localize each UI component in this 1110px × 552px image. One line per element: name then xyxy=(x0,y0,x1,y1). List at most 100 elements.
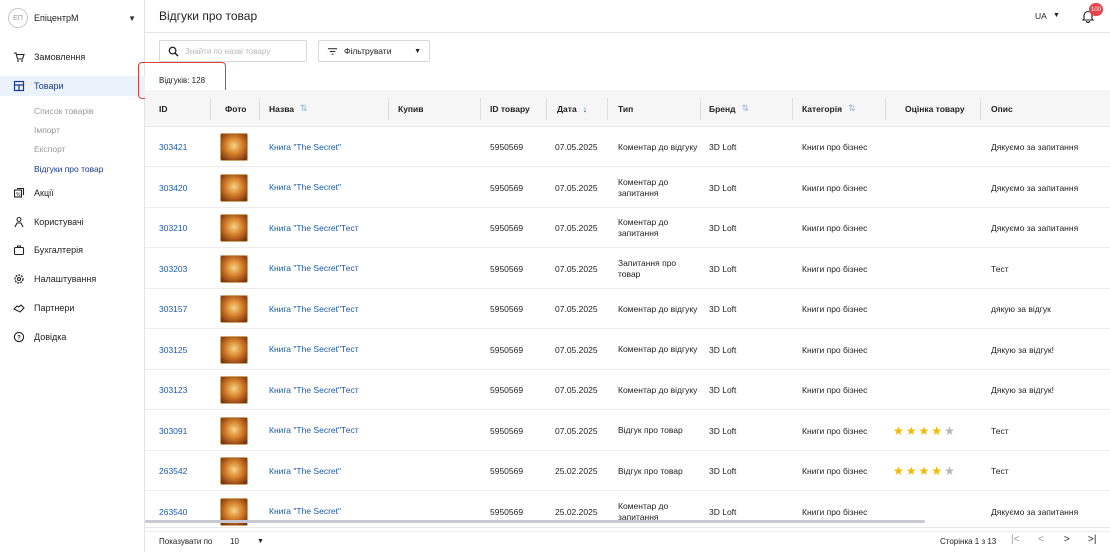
product-id-cell: 5950569 xyxy=(490,304,524,314)
sidebar-subitem-export[interactable]: Експорт xyxy=(34,144,66,154)
sidebar-item-products[interactable]: Товари xyxy=(0,76,145,96)
category-cell: Книги про бізнес xyxy=(802,304,868,314)
sort-desc-icon: ↓ xyxy=(582,103,588,114)
table-row[interactable]: 303125 Книга "The Secret"Тест 5950569 07.05… xyxy=(145,330,1110,370)
review-id-link[interactable]: 303123 xyxy=(159,370,187,410)
sidebar-item-settings[interactable]: Налаштування xyxy=(0,269,145,289)
type-cell: Відгук про товар xyxy=(618,465,683,476)
review-id-link[interactable]: 303420 xyxy=(159,168,187,208)
product-name-link[interactable]: Книга "The Secret"Тест xyxy=(269,208,369,248)
product-name-link[interactable]: Книга "The Secret"Тест xyxy=(269,370,369,410)
product-name-link[interactable]: Книга "The Secret" xyxy=(269,127,369,167)
type-cell: Коментар до відгуку xyxy=(618,384,698,395)
org-switcher[interactable]: ЕП ЕпіцентрМ ▼ xyxy=(8,8,136,28)
first-page-button[interactable]: |< xyxy=(1011,534,1019,545)
product-name-link[interactable]: Книга "The Secret"Тест xyxy=(269,289,369,329)
product-id-cell: 5950569 xyxy=(490,344,524,355)
col-header-name[interactable]: Назва ⇅ xyxy=(269,90,308,127)
table-row[interactable]: 303123 Книга "The Secret"Тест 5950569 07.05… xyxy=(145,370,1110,410)
product-name-link[interactable]: Книга "The Secret" xyxy=(269,168,369,208)
sidebar-item-accounting[interactable]: Бухгалтерія xyxy=(0,240,145,260)
product-id-cell: 5950569 xyxy=(490,182,524,193)
sidebar-item-help[interactable]: ? Довідка xyxy=(0,327,145,347)
description-cell: Дякуємо за запитання xyxy=(991,182,1079,193)
review-id-link[interactable]: 303157 xyxy=(159,289,187,329)
sidebar-item-label: Налаштування xyxy=(34,274,97,284)
category-cell: Книги про бізнес xyxy=(802,506,868,517)
category-cell: Книги про бізнес xyxy=(802,425,868,436)
product-name-link[interactable]: Книга "The Secret" xyxy=(269,492,369,532)
cart-icon xyxy=(12,50,26,64)
sort-icon: ⇅ xyxy=(300,103,308,113)
star-icon: ★ xyxy=(918,464,930,478)
table-row[interactable]: 263542 Книга "The Secret" 5950569 25.02.202… xyxy=(145,451,1110,491)
category-cell: Книги про бізнес xyxy=(802,223,868,233)
review-id-link[interactable]: 303421 xyxy=(159,127,187,167)
table-row[interactable]: 303157 Книга "The Secret"Тест 5950569 07.05… xyxy=(145,289,1110,329)
date-cell: 07.05.2025 xyxy=(555,182,598,193)
product-name-link[interactable]: Книга "The Secret"Тест xyxy=(269,411,369,451)
last-page-button[interactable]: >| xyxy=(1088,534,1096,545)
next-page-button[interactable]: > xyxy=(1064,534,1070,545)
product-photo xyxy=(220,411,248,451)
table-row[interactable]: 263540 Книга "The Secret" 5950569 25.02.202… xyxy=(145,492,1110,532)
product-photo xyxy=(220,289,248,329)
review-id-link[interactable]: 263540 xyxy=(159,492,187,532)
col-header-type[interactable]: Тип xyxy=(618,90,633,127)
col-header-id[interactable]: ID xyxy=(159,90,168,127)
sidebar-subitem-reviews[interactable]: Відгуки про товар xyxy=(34,164,104,174)
star-icon: ★ xyxy=(931,423,943,438)
prev-page-button[interactable]: < xyxy=(1038,534,1044,545)
col-header-brand[interactable]: Бренд ⇅ xyxy=(709,90,749,127)
table-row[interactable]: 303091 Книга "The Secret"Тест 5950569 07.05… xyxy=(145,411,1110,451)
per-page-select[interactable]: 10 xyxy=(230,537,239,546)
col-header-product-id[interactable]: ID товару xyxy=(490,90,530,127)
sidebar-subitem-product-list[interactable]: Список товарів xyxy=(34,106,93,116)
sidebar-item-promotions[interactable]: % Акції xyxy=(0,183,145,203)
sidebar-item-partners[interactable]: Партнери xyxy=(0,298,145,318)
date-cell: 07.05.2025 xyxy=(555,304,598,314)
table-footer: Показувати по 10 ▼ Сторінка 1 з 13 |< < … xyxy=(145,527,1110,552)
product-photo xyxy=(220,208,248,248)
table-row[interactable]: 303203 Книга "The Secret"Тест 5950569 07.05… xyxy=(145,249,1110,289)
search-box[interactable] xyxy=(159,40,307,62)
review-id-link[interactable]: 303210 xyxy=(159,208,187,248)
brand-cell: 3D Loft xyxy=(709,385,737,395)
star-icon: ★ xyxy=(944,464,955,478)
top-header: Відгуки про товар UA ▼ 100 xyxy=(145,0,1110,33)
search-input[interactable] xyxy=(185,46,305,56)
product-name-link[interactable]: Книга "The Secret"Тест xyxy=(269,330,369,370)
star-icon: ★ xyxy=(893,423,904,438)
star-icon: ★ xyxy=(905,464,917,478)
chevron-down-icon: ▼ xyxy=(1053,12,1060,19)
language-select[interactable]: UA xyxy=(1035,11,1047,21)
chevron-down-icon: ▼ xyxy=(128,13,136,23)
date-cell: 07.05.2025 xyxy=(555,385,598,395)
sidebar-item-orders[interactable]: Замовлення xyxy=(0,47,145,67)
review-id-link[interactable]: 303091 xyxy=(159,411,187,451)
date-cell: 07.05.2025 xyxy=(555,425,598,436)
product-name-link[interactable]: Книга "The Secret" xyxy=(269,451,369,491)
sidebar-item-users[interactable]: Користувачі xyxy=(0,212,145,232)
brand-cell: 3D Loft xyxy=(709,142,737,152)
review-id-link[interactable]: 263542 xyxy=(159,451,187,491)
col-header-category[interactable]: Категорія ⇅ xyxy=(802,90,856,127)
description-cell: Дякую за відгук! xyxy=(991,385,1054,395)
product-id-cell: 5950569 xyxy=(490,425,524,436)
table-row[interactable]: 303420 Книга "The Secret" 5950569 07.05.202… xyxy=(145,168,1110,208)
star-icon: ★ xyxy=(893,464,904,478)
review-id-link[interactable]: 303203 xyxy=(159,249,187,289)
date-cell: 07.05.2025 xyxy=(555,344,598,355)
product-id-cell: 5950569 xyxy=(490,263,524,274)
col-header-date[interactable]: Дата ↓ xyxy=(557,90,587,127)
star-icon: ★ xyxy=(931,464,943,478)
review-id-link[interactable]: 303125 xyxy=(159,330,187,370)
product-name-link[interactable]: Книга "The Secret"Тест xyxy=(269,249,369,289)
sidebar-item-label: Користувачі xyxy=(34,217,84,227)
filter-button[interactable]: Фільтрувати ▼ xyxy=(318,40,430,62)
help-icon: ? xyxy=(12,330,26,344)
sidebar-subitem-import[interactable]: Імпорт xyxy=(34,125,60,135)
horizontal-scrollbar[interactable] xyxy=(145,520,925,523)
table-row[interactable]: 303421 Книга "The Secret" 5950569 07.05.202… xyxy=(145,127,1110,167)
table-row[interactable]: 303210 Книга "The Secret"Тест 5950569 07.05… xyxy=(145,208,1110,248)
